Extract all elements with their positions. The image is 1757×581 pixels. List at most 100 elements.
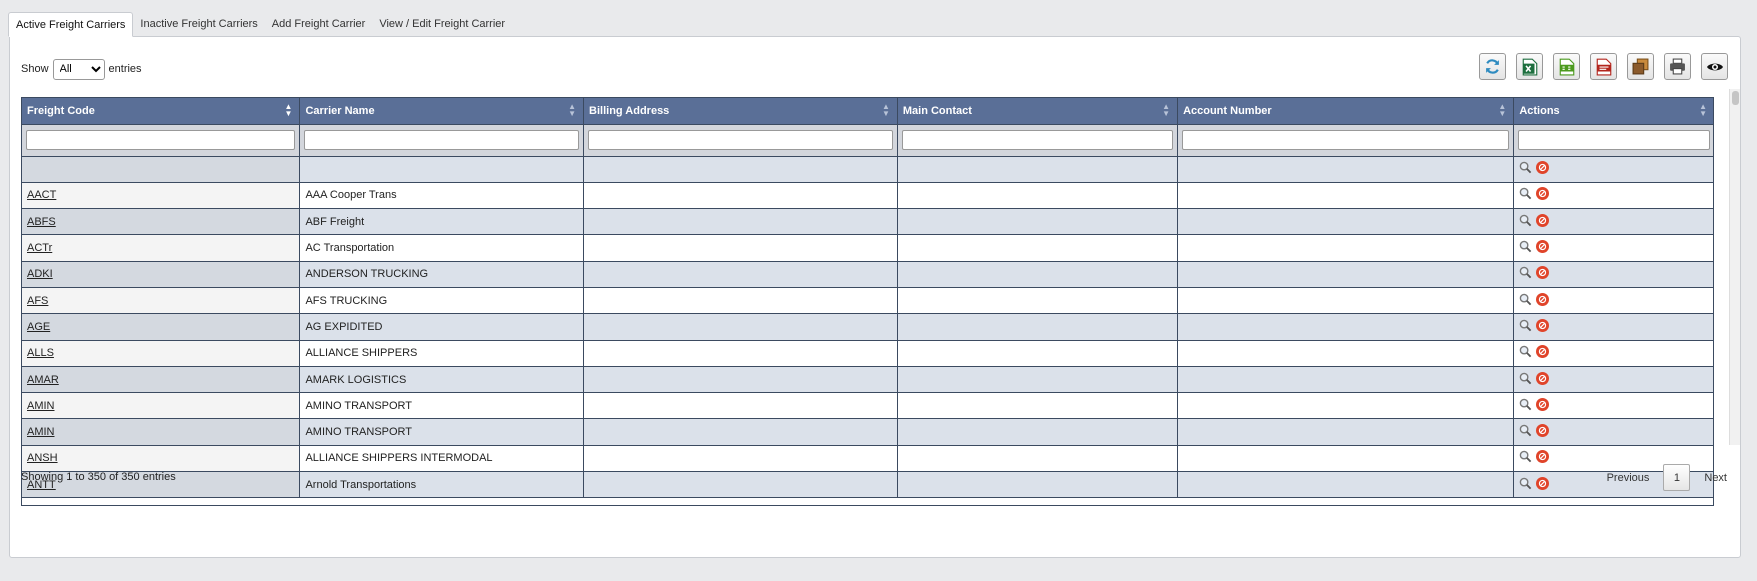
deactivate-icon[interactable] (1536, 345, 1550, 359)
column-header-account-number[interactable]: Account Number ▲ ▼ (1177, 98, 1515, 125)
freight-code-link[interactable]: ADKI (27, 268, 53, 280)
table-row[interactable]: ACTr AC Transportation (22, 234, 1713, 262)
deactivate-icon[interactable] (1536, 187, 1550, 201)
row-actions (1519, 240, 1550, 254)
copy-button[interactable] (1627, 53, 1654, 80)
scrollbar-thumb[interactable] (1732, 91, 1739, 105)
deactivate-icon[interactable] (1536, 213, 1550, 227)
column-header-freight-code[interactable]: Freight Code ▲ ▼ (22, 98, 301, 125)
freight-code-link[interactable]: AFS (27, 295, 48, 307)
deactivate-icon[interactable] (1536, 424, 1550, 438)
view-magnifier-icon[interactable] (1519, 345, 1532, 358)
view-magnifier-icon[interactable] (1519, 424, 1532, 437)
table-row[interactable]: AMAR AMARK LOGISTICS (22, 366, 1713, 394)
deactivate-icon[interactable] (1536, 450, 1550, 464)
table-row[interactable]: AMIN AMINO TRANSPORT (22, 418, 1713, 446)
eye-icon (1706, 63, 1723, 70)
billing-address-filter-input[interactable] (588, 130, 893, 150)
table-row[interactable]: AGE AG EXPIDITED (22, 313, 1713, 341)
tab-inactive-freight-carriers[interactable]: Inactive Freight Carriers (133, 12, 264, 37)
view-magnifier-icon[interactable] (1519, 372, 1532, 385)
table-row[interactable]: AACT AAA Cooper Trans (22, 182, 1713, 210)
freight-code-link[interactable]: AMIN (27, 426, 55, 438)
freight-code-filter-input[interactable] (26, 130, 296, 150)
view-magnifier-icon[interactable] (1519, 214, 1532, 227)
freight-code-link[interactable]: AGE (27, 321, 50, 333)
freight-code-link[interactable]: ABFS (27, 216, 56, 228)
carrier-name-filter-input[interactable] (304, 130, 580, 150)
column-header-main-contact[interactable]: Main Contact ▲ ▼ (897, 98, 1179, 125)
account-number-filter-input[interactable] (1182, 130, 1510, 150)
main-contact-cell (897, 445, 1179, 473)
table-row[interactable]: AMIN AMINO TRANSPORT (22, 392, 1713, 420)
tab-view-edit-freight-carrier[interactable]: View / Edit Freight Carrier (372, 12, 512, 37)
freight-code-link[interactable]: ACTr (27, 242, 52, 254)
entries-select[interactable]: All (52, 58, 105, 80)
deactivate-icon[interactable] (1536, 371, 1550, 385)
csv-export-button[interactable] (1553, 53, 1580, 80)
pdf-icon (1596, 58, 1611, 75)
view-magnifier-icon[interactable] (1519, 187, 1532, 200)
table-row[interactable]: AFS AFS TRUCKING (22, 287, 1713, 315)
freight-code-link[interactable]: ANSH (27, 452, 58, 464)
view-magnifier-icon[interactable] (1519, 398, 1532, 411)
freight-code-link[interactable]: AACT (27, 189, 56, 201)
column-header-actions[interactable]: Actions ▲ ▼ (1513, 98, 1713, 125)
table-row[interactable]: ALLS ALLIANCE SHIPPERS (22, 340, 1713, 367)
deactivate-icon[interactable] (1536, 476, 1550, 490)
previous-page-button[interactable]: Previous (1607, 472, 1650, 484)
row-actions (1519, 292, 1550, 306)
table-row[interactable]: ANSH ALLIANCE SHIPPERS INTERMODAL (22, 445, 1713, 473)
main-contact-filter-input[interactable] (901, 130, 1174, 150)
table-row[interactable]: ADKI ANDERSON TRUCKING (22, 261, 1713, 288)
table-row[interactable]: ANTT Arnold Transportations (22, 471, 1713, 499)
deactivate-icon[interactable] (1536, 318, 1550, 332)
next-page-button[interactable]: Next (1704, 472, 1727, 484)
deactivate-icon[interactable] (1536, 266, 1550, 280)
pdf-export-button[interactable] (1590, 53, 1617, 80)
sort-icon: ▲ ▼ (1498, 102, 1507, 118)
show-label: Show (21, 63, 49, 75)
actions-filter-input[interactable] (1518, 130, 1710, 150)
carrier-name-cell: Arnold Transportations (299, 471, 585, 499)
freight-code-link[interactable]: AMIN (27, 400, 55, 412)
table-info: Showing 1 to 350 of 350 entries (21, 471, 176, 483)
freight-code-cell: AGE (22, 313, 301, 341)
main-contact-cell (897, 156, 1179, 183)
billing-address-cell (583, 471, 898, 499)
table-row[interactable]: ABFS ABF Freight (22, 208, 1713, 236)
row-actions (1519, 187, 1550, 201)
freight-code-link[interactable]: ALLS (27, 347, 54, 359)
actions-cell (1513, 261, 1713, 288)
column-header-billing-address[interactable]: Billing Address ▲ ▼ (583, 98, 898, 125)
table-row[interactable] (22, 156, 1713, 183)
view-magnifier-icon[interactable] (1519, 450, 1532, 463)
view-magnifier-icon[interactable] (1519, 319, 1532, 332)
row-actions (1519, 371, 1550, 385)
view-magnifier-icon[interactable] (1519, 266, 1532, 279)
column-visibility-button[interactable] (1701, 53, 1728, 80)
table-scrollbar[interactable] (1729, 89, 1740, 445)
view-magnifier-icon[interactable] (1519, 161, 1532, 174)
deactivate-icon[interactable] (1536, 397, 1550, 411)
main-contact-cell (897, 471, 1179, 499)
tab-active-freight-carriers[interactable]: Active Freight Carriers (8, 12, 134, 37)
account-number-cell (1177, 313, 1515, 341)
view-magnifier-icon[interactable] (1519, 477, 1532, 490)
page-1-button[interactable]: 1 (1663, 464, 1691, 491)
refresh-button[interactable] (1479, 53, 1506, 80)
tab-add-freight-carrier[interactable]: Add Freight Carrier (265, 12, 373, 37)
carrier-name-cell: AMARK LOGISTICS (299, 366, 585, 394)
freight-code-link[interactable]: AMAR (27, 374, 59, 386)
carrier-name-cell: AC Transportation (299, 234, 585, 262)
column-label: Carrier Name (305, 104, 375, 117)
actions-cell (1513, 156, 1713, 183)
deactivate-icon[interactable] (1536, 292, 1550, 306)
excel-export-button[interactable] (1516, 53, 1543, 80)
view-magnifier-icon[interactable] (1519, 293, 1532, 306)
deactivate-icon[interactable] (1536, 161, 1550, 175)
deactivate-icon[interactable] (1536, 240, 1550, 254)
view-magnifier-icon[interactable] (1519, 240, 1532, 253)
column-header-carrier-name[interactable]: Carrier Name ▲ ▼ (299, 98, 585, 125)
print-button[interactable] (1664, 53, 1691, 80)
